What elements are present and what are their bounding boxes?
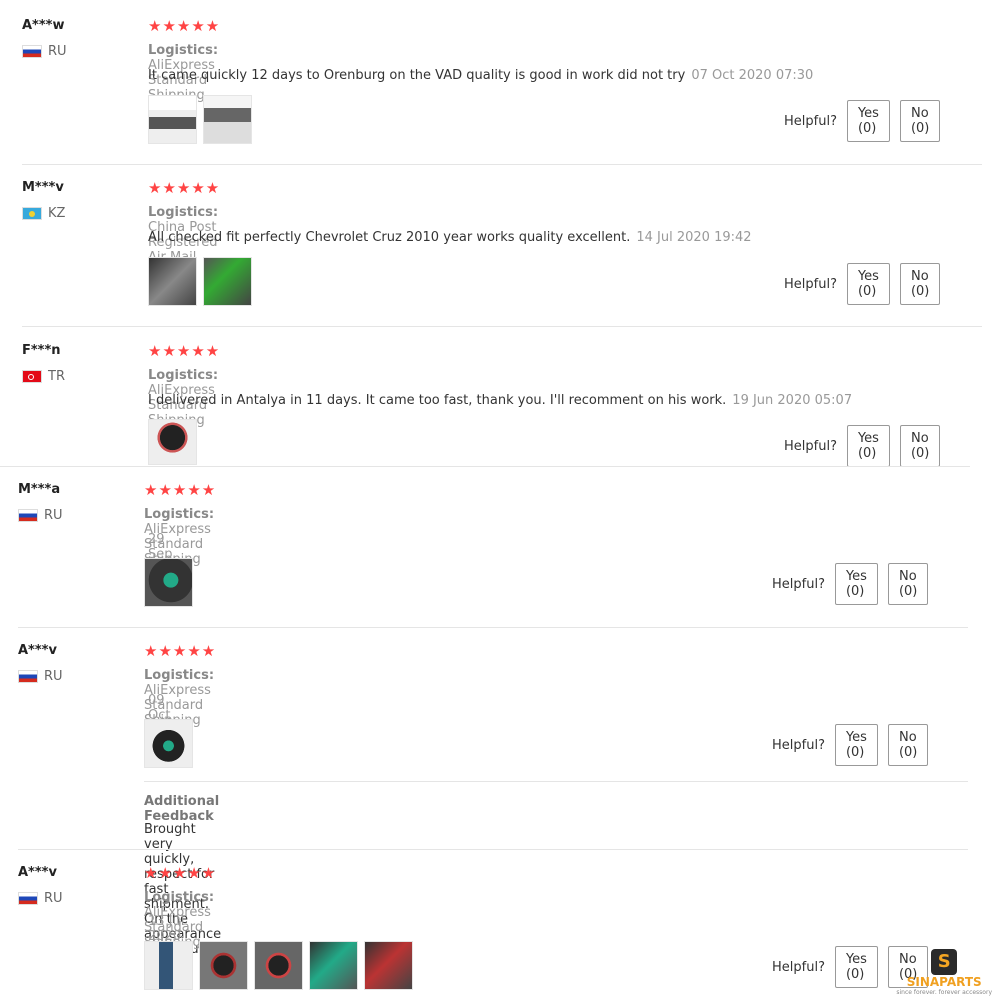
helpful-label: Helpful? — [784, 113, 837, 129]
reviewer-name: A***v — [18, 643, 57, 658]
helpful-no-button[interactable]: No (0) — [887, 563, 929, 605]
country-code: RU — [44, 891, 63, 906]
divider — [0, 466, 970, 467]
review-photo-thumbnail[interactable] — [144, 941, 193, 990]
review-photo-thumbnail[interactable] — [148, 257, 197, 306]
russia-flag-icon — [18, 670, 38, 683]
star-rating: ★★★★★ — [144, 864, 217, 882]
review-photos — [148, 95, 252, 144]
country-code: RU — [44, 508, 63, 523]
turkey-flag-icon — [22, 370, 42, 383]
review-photo-thumbnail[interactable] — [309, 941, 358, 990]
helpful-label: Helpful? — [772, 737, 825, 753]
review-photo-thumbnail[interactable] — [254, 941, 303, 990]
review-photo-thumbnail[interactable] — [203, 257, 252, 306]
helpful-yes-button[interactable]: Yes (0) — [834, 563, 878, 605]
logistics-label: Logistics: — [148, 368, 219, 383]
helpful-no-button[interactable]: No (0) — [899, 425, 941, 467]
helpful-bar: Helpful? Yes (0) No (0) — [784, 263, 941, 305]
additional-feedback-title: Additional Feedback — [144, 794, 220, 824]
logistics-label: Logistics: — [148, 205, 219, 220]
logo-mark-icon: S — [931, 949, 958, 975]
russia-flag-icon — [22, 45, 42, 58]
review-body: It came quickly 12 days to Orenburg on t… — [148, 68, 686, 83]
helpful-yes-button[interactable]: Yes (0) — [846, 100, 890, 142]
review-photos — [148, 419, 197, 465]
reviewer-name: A***w — [22, 18, 65, 33]
helpful-bar: Helpful? Yes (0) No (0) — [772, 563, 929, 605]
divider — [18, 627, 968, 628]
helpful-no-button[interactable]: No (0) — [887, 724, 929, 766]
logo-tagline: since forever. forever accessory — [896, 989, 992, 996]
helpful-no-button[interactable]: No (0) — [899, 263, 941, 305]
star-rating: ★★★★★ — [148, 342, 221, 360]
star-rating: ★★★★★ — [144, 642, 217, 660]
reviewer-country: RU — [18, 891, 63, 906]
review-date: 19 Jun 2020 05:07 — [732, 393, 853, 408]
logistics-label: Logistics: — [144, 507, 215, 522]
divider — [144, 781, 968, 782]
logistics-label: Logistics: — [148, 43, 219, 58]
review-photos — [144, 558, 193, 607]
review-photos — [144, 719, 193, 768]
helpful-label: Helpful? — [772, 959, 825, 975]
review-text: I delivered in Antalya in 11 days. It ca… — [148, 393, 852, 408]
reviewer-name: A***v — [18, 865, 57, 880]
reviewer-country: RU — [22, 44, 67, 59]
review-text: All checked fit perfectly Chevrolet Cruz… — [148, 230, 752, 245]
review-photo-thumbnail[interactable] — [148, 95, 197, 144]
helpful-yes-button[interactable]: Yes (0) — [846, 425, 890, 467]
helpful-yes-button[interactable]: Yes (0) — [846, 263, 890, 305]
helpful-label: Helpful? — [772, 576, 825, 592]
star-rating: ★★★★★ — [144, 481, 217, 499]
review-text: It came quickly 12 days to Orenburg on t… — [148, 68, 813, 83]
helpful-label: Helpful? — [784, 438, 837, 454]
review-photo-thumbnail[interactable] — [203, 95, 252, 144]
sinaparts-logo: S SINAPARTS since forever. forever acces… — [896, 949, 992, 996]
review-body: All checked fit perfectly Chevrolet Cruz… — [148, 230, 631, 245]
review-photo-thumbnail[interactable] — [364, 941, 413, 990]
reviewer-country: KZ — [22, 206, 65, 221]
helpful-label: Helpful? — [784, 276, 837, 292]
logistics-label: Logistics: — [144, 668, 215, 683]
star-rating: ★★★★★ — [148, 179, 221, 197]
divider — [22, 326, 982, 327]
review-photos — [144, 941, 413, 990]
russia-flag-icon — [18, 892, 38, 905]
logo-name: SINAPARTS — [906, 975, 982, 989]
helpful-yes-button[interactable]: Yes (0) — [834, 946, 878, 988]
reviewer-name: M***v — [22, 180, 64, 195]
review-photos — [148, 257, 252, 306]
review-date: 14 Jul 2020 19:42 — [636, 230, 752, 245]
helpful-yes-button[interactable]: Yes (0) — [834, 724, 878, 766]
star-rating: ★★★★★ — [148, 17, 221, 35]
reviewer-name: F***n — [22, 343, 61, 358]
kazakhstan-flag-icon — [22, 207, 42, 220]
russia-flag-icon — [18, 509, 38, 522]
country-code: TR — [48, 369, 65, 384]
review-body: I delivered in Antalya in 11 days. It ca… — [148, 393, 727, 408]
review-photo-thumbnail[interactable] — [148, 419, 197, 465]
helpful-bar: Helpful? Yes (0) No (0) — [772, 724, 929, 766]
helpful-bar: Helpful? Yes (0) No (0) — [784, 425, 941, 467]
country-code: RU — [48, 44, 67, 59]
review-photo-thumbnail[interactable] — [144, 719, 193, 768]
review-photo-thumbnail[interactable] — [199, 941, 248, 990]
review-date: 07 Oct 2020 07:30 — [691, 68, 814, 83]
reviewer-name: M***a — [18, 482, 61, 497]
reviewer-country: TR — [22, 369, 65, 384]
reviewer-country: RU — [18, 508, 63, 523]
country-code: KZ — [48, 206, 66, 221]
reviewer-country: RU — [18, 669, 63, 684]
logistics-label: Logistics: — [144, 890, 215, 905]
helpful-no-button[interactable]: No (0) — [899, 100, 941, 142]
divider — [18, 849, 968, 850]
review-photo-thumbnail[interactable] — [144, 558, 193, 607]
divider — [22, 164, 982, 165]
country-code: RU — [44, 669, 63, 684]
helpful-bar: Helpful? Yes (0) No (0) — [784, 100, 941, 142]
